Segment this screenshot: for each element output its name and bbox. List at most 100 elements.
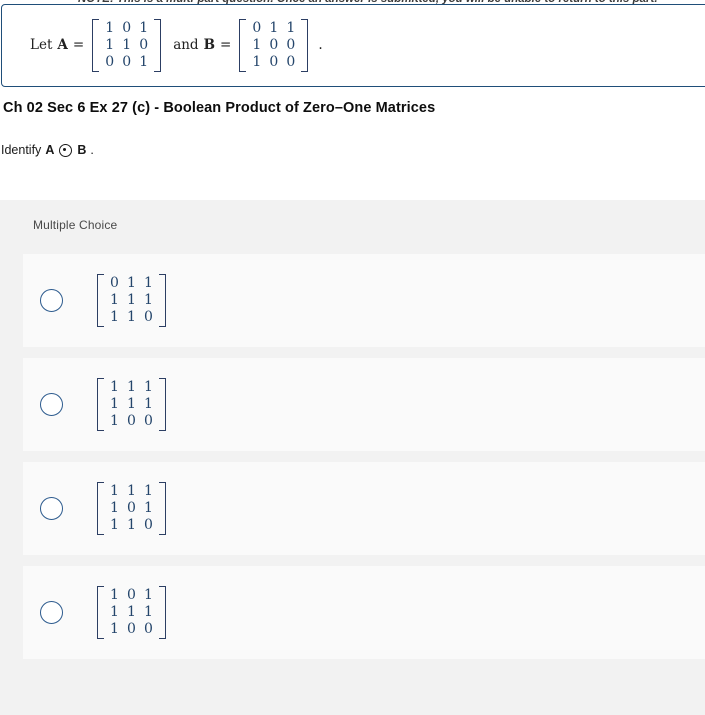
question-prompt: Identify A B .: [1, 143, 94, 157]
matrix-row: 101: [106, 587, 157, 604]
matrix-a-grid: 101110001: [99, 19, 154, 72]
matrix-b-grid: 011100100: [246, 19, 301, 72]
matrix-a: 101110001: [92, 18, 162, 72]
answer-option-option-c[interactable]: 111101110: [23, 462, 705, 555]
matrix-cell: 0: [127, 587, 136, 603]
matrix-cell: 1: [110, 587, 119, 603]
bracket-right: [301, 18, 309, 72]
matrix-cell: 1: [144, 587, 153, 603]
matrix-cell: 0: [144, 413, 153, 429]
radio-button[interactable]: [40, 393, 63, 416]
option-matrix: 111101110: [97, 482, 166, 535]
answer-option-option-d[interactable]: 101111100: [23, 566, 705, 659]
matrix-cell: 0: [144, 309, 153, 325]
matrix-a-label: A: [57, 37, 68, 53]
bracket-right: [159, 586, 166, 639]
matrix-cell: 1: [144, 292, 153, 308]
matrix-cell: 1: [110, 396, 119, 412]
matrix-cell: 1: [127, 483, 136, 499]
matrix-row: 111: [106, 396, 157, 413]
matrix-cell: 1: [127, 604, 136, 620]
matrix-row: 100: [106, 413, 157, 430]
option-matrix-grid: 111111100: [104, 378, 159, 431]
matrix-cell: 1: [127, 275, 136, 291]
matrix-cell: 1: [127, 396, 136, 412]
matrix-row: 110: [106, 309, 157, 326]
bracket-left: [97, 482, 104, 535]
matrix-cell: 1: [110, 292, 119, 308]
answers-section: Multiple Choice 011111110111111100111101…: [0, 200, 705, 715]
matrix-cell: 0: [144, 517, 153, 533]
bracket-left: [97, 378, 104, 431]
bracket-left: [97, 274, 104, 327]
matrix-cell: 1: [110, 483, 119, 499]
option-matrix: 111111100: [97, 378, 166, 431]
odot-icon: [59, 143, 73, 157]
matrix-cell: 1: [252, 36, 262, 53]
matrix-row: 101: [101, 20, 152, 37]
matrix-cell: 0: [144, 621, 153, 637]
matrix-row: 100: [106, 621, 157, 638]
matrix-cell: 0: [286, 36, 296, 53]
matrix-cell: 0: [122, 53, 132, 70]
matrix-cell: 1: [110, 621, 119, 637]
matrix-cell: 1: [110, 379, 119, 395]
matrix-cell: 1: [144, 604, 153, 620]
matrix-cell: 1: [127, 379, 136, 395]
matrix-row: 100: [248, 37, 299, 54]
matrix-cell: 1: [127, 292, 136, 308]
matrix-row: 100: [248, 54, 299, 71]
matrix-cell: 1: [105, 36, 115, 53]
matrix-row: 101: [106, 500, 157, 517]
prompt-var-a: A: [45, 143, 55, 157]
matrix-cell: 1: [139, 19, 149, 36]
equals-sign-b: =: [220, 37, 232, 53]
bracket-left: [92, 18, 100, 72]
bracket-right: [159, 378, 166, 431]
prompt-suffix: .: [90, 143, 94, 157]
option-matrix-grid: 011111110: [104, 274, 159, 327]
answer-option-option-a[interactable]: 011111110: [23, 254, 705, 347]
matrix-row: 011: [106, 275, 157, 292]
bracket-left: [97, 586, 104, 639]
matrix-cell: 0: [269, 36, 279, 53]
radio-button[interactable]: [40, 289, 63, 312]
option-matrix-grid: 101111100: [104, 586, 159, 639]
matrix-cell: 1: [286, 19, 296, 36]
matrix-row: 111: [106, 483, 157, 500]
matrix-cell: 0: [139, 36, 149, 53]
matrix-cell: 1: [269, 19, 279, 36]
page-title: Ch 02 Sec 6 Ex 27 (c) - Boolean Product …: [3, 100, 436, 116]
answer-options-list: 011111110111111100111101110101111100: [0, 254, 705, 659]
matrix-b-label: B: [203, 37, 215, 53]
prompt-prefix: Identify: [1, 143, 42, 157]
matrix-cell: 1: [127, 309, 136, 325]
matrix-row: 111: [106, 379, 157, 396]
prompt-var-b: B: [77, 143, 87, 157]
answers-type-label: Multiple Choice: [33, 218, 118, 232]
matrix-row: 110: [101, 37, 152, 54]
bracket-right: [154, 18, 162, 72]
matrix-cell: 1: [139, 53, 149, 70]
matrix-cell: 0: [127, 621, 136, 637]
matrix-cell: 1: [144, 500, 153, 516]
matrix-cell: 1: [144, 379, 153, 395]
matrix-cell: 0: [105, 53, 115, 70]
matrix-cell: 1: [122, 36, 132, 53]
bracket-right: [159, 482, 166, 535]
option-matrix-grid: 111101110: [104, 482, 159, 535]
matrix-cell: 0: [122, 19, 132, 36]
period-mark: .: [318, 37, 323, 53]
matrix-cell: 0: [286, 53, 296, 70]
matrix-row: 001: [101, 54, 152, 71]
answer-option-option-b[interactable]: 111111100: [23, 358, 705, 451]
equals-sign-a: =: [72, 37, 85, 53]
radio-button[interactable]: [40, 601, 63, 624]
matrix-cell: 1: [144, 396, 153, 412]
radio-button[interactable]: [40, 497, 63, 520]
matrix-cell: 1: [110, 309, 119, 325]
bracket-left: [239, 18, 247, 72]
matrix-row: 111: [106, 604, 157, 621]
matrix-cell: 1: [144, 483, 153, 499]
matrix-cell: 0: [110, 275, 119, 291]
